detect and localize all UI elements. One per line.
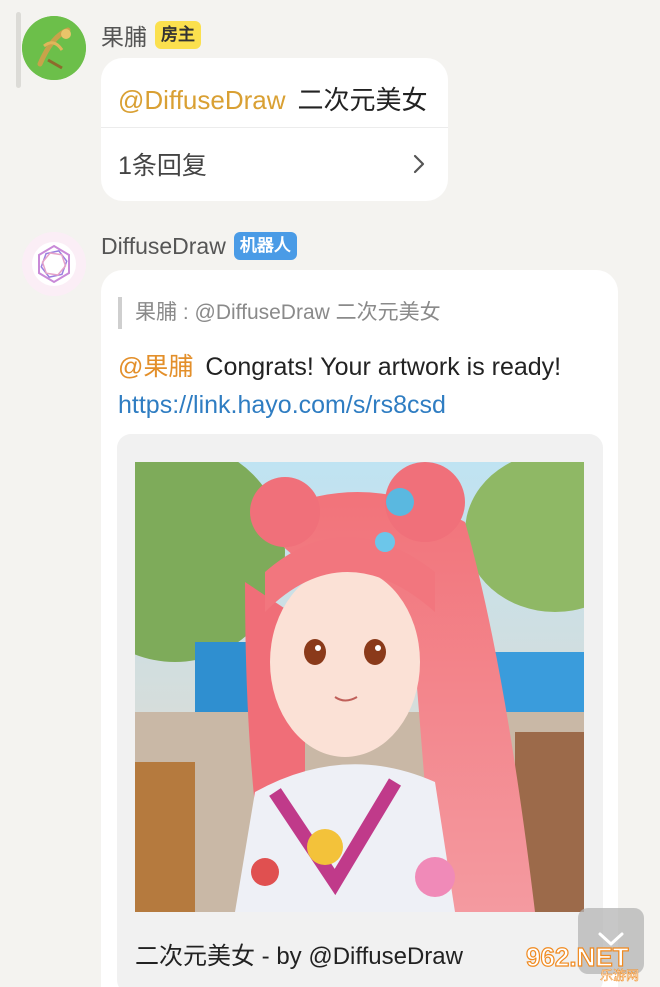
bot-author-name[interactable]: DiffuseDraw xyxy=(101,233,226,260)
artwork-card[interactable]: 二次元美女 - by @DiffuseDraw xyxy=(117,434,603,987)
user-avatar-image xyxy=(22,16,86,80)
chevron-right-icon xyxy=(413,154,425,174)
post-mention[interactable]: @DiffuseDraw xyxy=(118,85,286,115)
bot-avatar[interactable] xyxy=(22,232,86,296)
post-author-row: 果脯 房主 xyxy=(101,18,201,52)
bot-message: @果脯 Congrats! Your artwork is ready! http… xyxy=(118,348,608,424)
thread-line xyxy=(16,12,21,88)
view-replies-button[interactable]: 1条回复 xyxy=(118,128,430,200)
artwork-link[interactable]: https://link.hayo.com/s/rs8csd xyxy=(118,386,608,424)
post-message-card[interactable]: @DiffuseDraw 二次元美女 1条回复 xyxy=(101,58,448,201)
bot-author-row: DiffuseDraw 机器人 xyxy=(101,232,297,260)
post-author-name[interactable]: 果脯 xyxy=(101,18,147,52)
artwork-image[interactable] xyxy=(135,462,584,912)
diffusedraw-logo-icon xyxy=(22,232,86,296)
site-watermark-logo: 962.NET 乐游网 xyxy=(525,941,639,982)
bot-mention[interactable]: @果脯 xyxy=(118,353,193,381)
svg-text:962.NET: 962.NET xyxy=(526,942,629,972)
post-message: @DiffuseDraw 二次元美女 xyxy=(118,80,428,117)
quoted-message[interactable]: 果脯 : @DiffuseDraw 二次元美女 xyxy=(118,297,441,329)
bot-badge: 机器人 xyxy=(233,232,297,260)
post-text: 二次元美女 xyxy=(297,85,428,115)
artwork-caption: 二次元美女 - by @DiffuseDraw xyxy=(135,943,463,970)
svg-text:乐游网: 乐游网 xyxy=(600,969,639,982)
bot-message-text: Congrats! Your artwork is ready! xyxy=(205,353,562,381)
anime-girl-illustration xyxy=(135,462,584,912)
reply-count-label: 1条回复 xyxy=(118,152,207,180)
bot-message-card[interactable]: 果脯 : @DiffuseDraw 二次元美女 @果脯 Congrats! You… xyxy=(101,270,618,987)
user-avatar[interactable] xyxy=(22,16,86,80)
owner-badge: 房主 xyxy=(155,21,201,49)
